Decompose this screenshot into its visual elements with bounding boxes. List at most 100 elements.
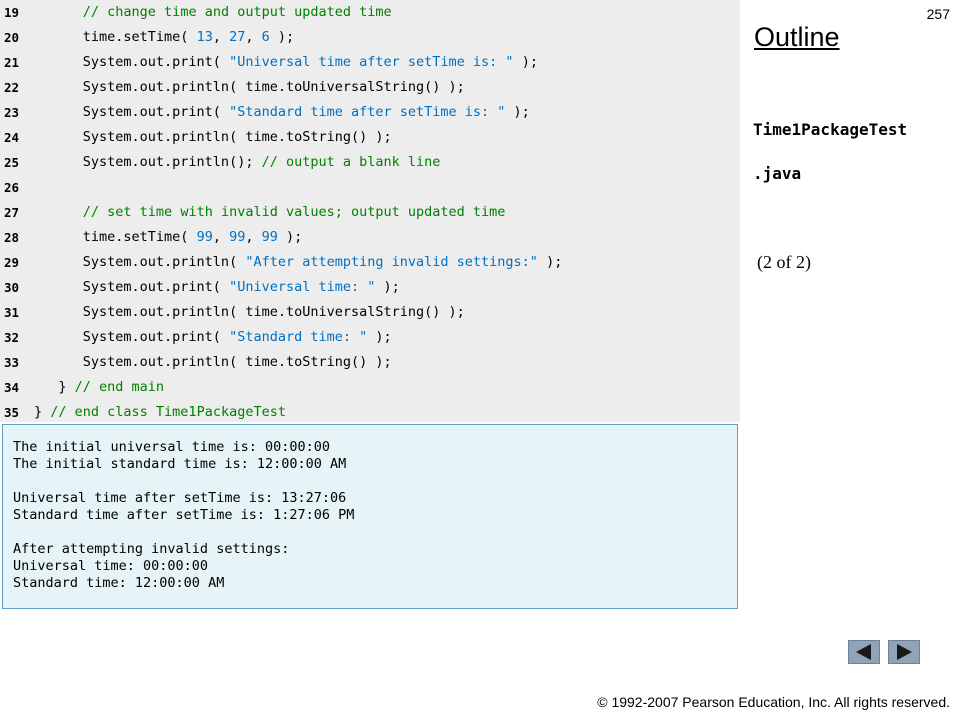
line-number: 29 — [4, 255, 20, 270]
code-string: "Standard time: " — [229, 329, 368, 345]
code-comment: // change time and output updated time — [82, 4, 392, 20]
line-number: 28 — [4, 230, 20, 245]
line-number: 23 — [4, 105, 20, 120]
code-text: } // end main — [34, 375, 164, 400]
code-text: time.setTime( 99, 99, 99 ); — [34, 225, 303, 250]
code-segment: ); — [505, 104, 530, 120]
output-line: Standard time: 12:00:00 AM — [13, 575, 225, 591]
line-number: 20 — [4, 30, 20, 45]
code-segment: ); — [367, 329, 392, 345]
code-segment: time.setTime( — [34, 29, 197, 45]
output-line: Standard time after setTime is: 1:27:06 … — [13, 507, 355, 523]
code-comment: // output a blank line — [261, 154, 441, 170]
code-segment: System.out.print( — [34, 329, 230, 345]
copyright-text: 1992-2007 Pearson Education, Inc. All ri… — [607, 694, 950, 710]
code-text: System.out.print( "Universal time after … — [34, 50, 538, 75]
outline-title[interactable]: Outline — [754, 22, 840, 53]
code-line: 32 System.out.print( "Standard time: " )… — [0, 325, 740, 350]
output-line: After attempting invalid settings: — [13, 541, 290, 557]
code-segment: , — [245, 29, 262, 45]
program-output: The initial universal time is: 00:00:00 T… — [2, 424, 738, 609]
code-comment: // end class Time1PackageTest — [50, 404, 286, 420]
line-number: 26 — [4, 180, 20, 195]
code-text: System.out.println( time.toUniversalStri… — [34, 75, 465, 100]
code-segment: System.out.println( time.toUniversalStri… — [34, 79, 465, 95]
line-number: 34 — [4, 380, 20, 395]
previous-slide-button[interactable] — [848, 640, 880, 664]
code-string: "After attempting invalid settings:" — [245, 254, 538, 270]
code-number: 99 — [229, 229, 246, 245]
output-line: The initial universal time is: 00:00:00 — [13, 439, 330, 455]
code-segment: System.out.print( — [34, 279, 230, 295]
output-line: Universal time: 00:00:00 — [13, 558, 209, 574]
code-line: 34 } // end main — [0, 375, 740, 400]
code-text: System.out.println(); // output a blank … — [34, 150, 441, 175]
line-number: 24 — [4, 130, 20, 145]
line-number: 33 — [4, 355, 20, 370]
line-number: 21 — [4, 55, 20, 70]
code-segment: , — [245, 229, 262, 245]
code-segment: System.out.println( time.toString() ); — [34, 129, 392, 145]
line-number: 30 — [4, 280, 20, 295]
code-text: System.out.println( "After attempting in… — [34, 250, 563, 275]
line-number: 19 — [4, 5, 20, 20]
code-segment: System.out.println(); — [34, 154, 262, 170]
output-line: Universal time after setTime is: 13:27:0… — [13, 490, 347, 506]
left-triangle-icon — [856, 644, 871, 660]
code-listing: 19 // change time and output updated tim… — [0, 0, 740, 422]
line-number: 27 — [4, 205, 20, 220]
code-number: 99 — [261, 229, 278, 245]
code-segment: time.setTime( — [34, 229, 197, 245]
code-segment: System.out.println( time.toUniversalStri… — [34, 304, 465, 320]
code-segment: ); — [537, 254, 563, 270]
code-number: 13 — [196, 29, 213, 45]
next-slide-button[interactable] — [888, 640, 920, 664]
code-segment: System.out.println( — [34, 254, 246, 270]
code-line: 33 System.out.println( time.toString() )… — [0, 350, 740, 375]
code-segment: ); — [277, 229, 303, 245]
code-number: 27 — [229, 29, 246, 45]
code-segment: , — [212, 29, 230, 45]
code-segment: ); — [269, 29, 295, 45]
output-line: The initial standard time is: 12:00:00 A… — [13, 456, 347, 472]
copyright-notice: © 1992-2007 Pearson Education, Inc. All … — [597, 694, 950, 710]
code-string: "Universal time after setTime is: " — [229, 54, 514, 70]
code-line: 28 time.setTime( 99, 99, 99 ); — [0, 225, 740, 250]
code-text: System.out.println( time.toString() ); — [34, 350, 392, 375]
code-line: 25 System.out.println(); // output a bla… — [0, 150, 740, 175]
code-line: 31 System.out.println( time.toUniversalS… — [0, 300, 740, 325]
code-line: 24 System.out.println( time.toString() )… — [0, 125, 740, 150]
code-text: } // end class Time1PackageTest — [34, 400, 286, 425]
file-name-line2: .java — [753, 164, 802, 183]
code-segment: System.out.println( time.toString() ); — [34, 354, 392, 370]
line-number: 25 — [4, 155, 20, 170]
code-segment: ); — [375, 279, 400, 295]
code-comment: // end main — [74, 379, 165, 395]
code-segment: System.out.print( — [34, 104, 230, 120]
code-line: 20 time.setTime( 13, 27, 6 ); — [0, 25, 740, 50]
code-line: 30 System.out.print( "Universal time: " … — [0, 275, 740, 300]
code-text: System.out.println( time.toString() ); — [34, 125, 392, 150]
code-segment: } — [34, 404, 51, 420]
code-number: 6 — [261, 29, 270, 45]
code-line: 22 System.out.println( time.toUniversalS… — [0, 75, 740, 100]
file-name-line1: Time1PackageTest — [753, 120, 908, 139]
code-segment: } — [34, 379, 75, 395]
right-triangle-icon — [897, 644, 912, 660]
code-string: "Standard time after setTime is: " — [229, 104, 506, 120]
copyright-symbol: © — [597, 694, 608, 710]
code-line: 23 System.out.print( "Standard time afte… — [0, 100, 740, 125]
code-text: // set time with invalid values; output … — [34, 200, 506, 225]
code-segment: , — [212, 229, 230, 245]
code-line: 35} // end class Time1PackageTest — [0, 400, 740, 425]
line-number: 22 — [4, 80, 20, 95]
code-comment: // set time with invalid values; output … — [82, 204, 506, 220]
code-text: System.out.print( "Standard time after s… — [34, 100, 530, 125]
code-text: time.setTime( 13, 27, 6 ); — [34, 25, 294, 50]
part-label: (2 of 2) — [757, 252, 811, 272]
code-text: System.out.print( "Universal time: " ); — [34, 275, 400, 300]
code-string: "Universal time: " — [229, 279, 376, 295]
code-text: // change time and output updated time — [34, 0, 392, 25]
